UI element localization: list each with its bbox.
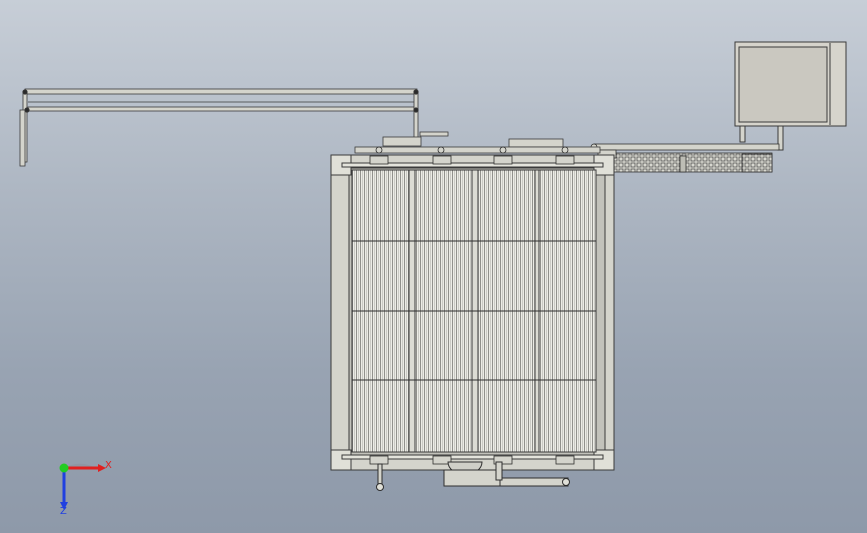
control-cabinet: [734, 41, 847, 151]
model-view[interactable]: X Z: [0, 0, 867, 533]
x-axis-label: X: [105, 460, 112, 471]
z-axis-label: Z: [60, 506, 67, 517]
cad-viewport[interactable]: X Z: [0, 0, 867, 533]
cable-tray: [590, 143, 780, 173]
coordinate-triad: X Z: [59, 460, 112, 517]
y-axis-dot: [59, 463, 69, 473]
left-rail-arm: [19, 88, 419, 167]
